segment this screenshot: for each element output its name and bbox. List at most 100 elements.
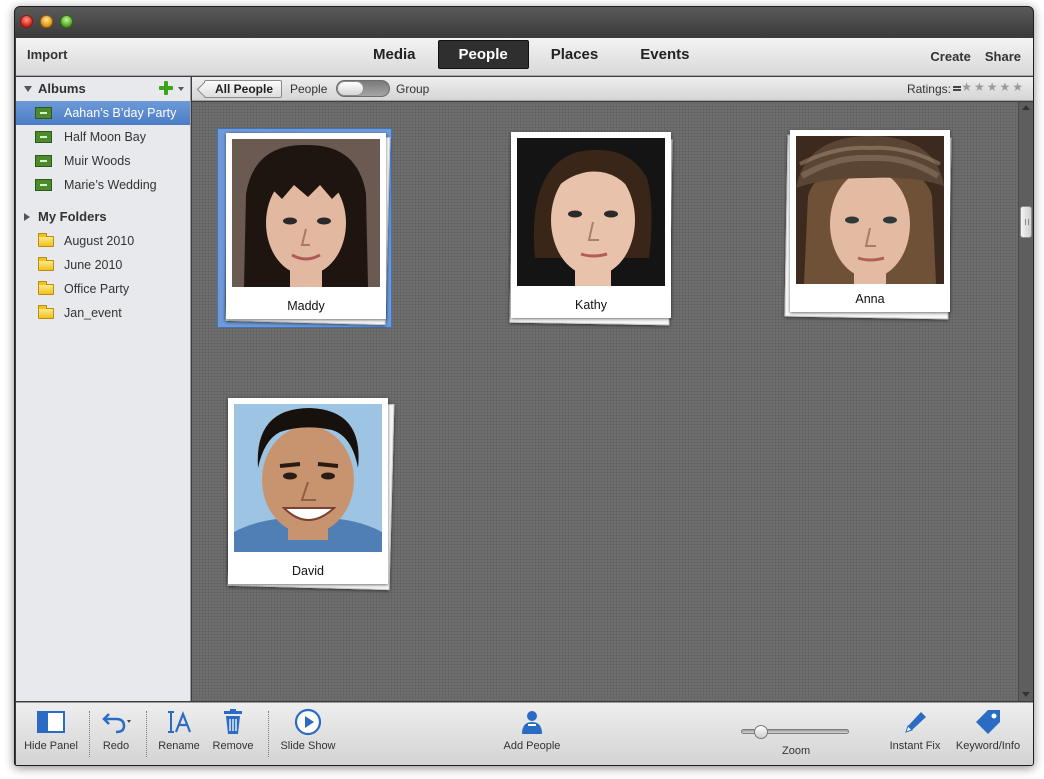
albums-heading: Albums [38, 81, 86, 96]
person-name: Maddy [287, 299, 325, 313]
folder-icon [38, 257, 54, 271]
close-window-icon[interactable] [20, 15, 33, 28]
toggle-knob[interactable] [337, 81, 364, 96]
person-name: Anna [855, 292, 885, 306]
filter-bar: All People People Group Ratings: ★★★★★ [192, 77, 1033, 101]
toolbar-separator [89, 711, 90, 757]
rename-icon [164, 708, 194, 736]
top-toolbar: Import Media People Places Events Create… [16, 38, 1033, 76]
face-thumbnail [234, 404, 382, 552]
hide-panel-label: Hide Panel [24, 740, 78, 752]
person-photo-card[interactable]: Maddy [226, 133, 386, 319]
sidebar-item-label: Marie’s Wedding [64, 178, 157, 192]
person-photo-card[interactable]: Anna [790, 130, 950, 312]
sidebar-item-label: Muir Woods [64, 154, 131, 168]
albums-header[interactable]: Albums [16, 77, 190, 101]
person-card[interactable]: David [220, 394, 395, 594]
hide-panel-button[interactable]: Hide Panel [21, 708, 81, 752]
sidebar-item-album[interactable]: Aahan’s B’day Party [16, 101, 190, 125]
rename-button[interactable]: Rename [154, 708, 204, 752]
import-button[interactable]: Import [27, 47, 67, 62]
portrait-image [234, 404, 382, 552]
remove-label: Remove [212, 740, 254, 752]
play-icon [293, 708, 323, 736]
folder-icon [38, 305, 54, 319]
equals-icon[interactable] [953, 86, 961, 91]
person-card[interactable]: Anna [772, 126, 952, 326]
redo-label: Redo [102, 740, 130, 752]
folders-header[interactable]: My Folders [16, 205, 190, 229]
disclosure-right-icon[interactable] [24, 213, 30, 221]
people-mode-label: People [290, 82, 328, 96]
person-card[interactable]: Maddy [217, 128, 392, 328]
add-person-icon [517, 708, 547, 736]
people-group-toggle[interactable] [336, 80, 390, 97]
zoom-slider[interactable] [741, 725, 849, 739]
scroll-down-icon[interactable] [1022, 692, 1030, 697]
all-people-button[interactable]: All People [204, 80, 283, 98]
sidebar-item-label: Half Moon Bay [64, 130, 146, 144]
neck [290, 265, 322, 287]
vertical-scrollbar[interactable] [1018, 102, 1033, 701]
disclosure-down-icon[interactable] [24, 86, 32, 92]
create-button[interactable]: Create [930, 49, 970, 64]
album-icon [35, 131, 52, 143]
top-right-actions: Create Share [930, 49, 1021, 64]
album-icon [35, 107, 52, 119]
tab-places[interactable]: Places [531, 41, 619, 68]
sidebar-item-folder[interactable]: Jan_event [16, 301, 190, 325]
sidebar-item-folder[interactable]: August 2010 [16, 229, 190, 253]
sidebar-item-folder[interactable]: June 2010 [16, 253, 190, 277]
hide-panel-icon [36, 708, 66, 736]
sidebar-item-folder[interactable]: Office Party [16, 277, 190, 301]
undo-arrow-icon [101, 708, 131, 736]
sidebar-item-album[interactable]: Half Moon Bay [16, 125, 190, 149]
person-name: David [292, 564, 324, 578]
face-thumbnail [517, 138, 665, 286]
keyword-info-button[interactable]: Keyword/Info [950, 708, 1026, 752]
person-card[interactable]: Kathy [497, 128, 673, 328]
zoom-label: Zoom [782, 745, 811, 757]
person-photo-card[interactable]: David [228, 398, 388, 584]
folder-icon [38, 281, 54, 295]
folders-heading: My Folders [38, 209, 107, 224]
redo-button[interactable]: Redo [96, 708, 136, 752]
sidebar-item-label: Aahan’s B’day Party [64, 106, 177, 120]
rating-stars[interactable]: ★★★★★ [961, 80, 1025, 94]
slideshow-label: Slide Show [280, 740, 336, 752]
zoom-slider-knob[interactable] [754, 725, 768, 739]
album-icon [35, 155, 52, 167]
instant-fix-button[interactable]: Instant Fix [884, 708, 946, 752]
share-button[interactable]: Share [985, 49, 1021, 64]
view-tabs: Media People Places Events [352, 38, 710, 70]
app-window: Import Media People Places Events Create… [14, 6, 1034, 766]
zoom-window-icon[interactable] [60, 15, 73, 28]
face-shape [830, 170, 910, 278]
ratings-label: Ratings: [906, 82, 951, 96]
group-mode-label: Group [396, 82, 430, 96]
scroll-up-icon[interactable] [1022, 105, 1030, 110]
tab-events[interactable]: Events [620, 41, 709, 68]
tab-people[interactable]: People [437, 39, 529, 69]
bottom-toolbar: Hide Panel Redo Rename Remove Slide Show… [16, 702, 1033, 765]
remove-button[interactable]: Remove [210, 708, 256, 752]
slideshow-button[interactable]: Slide Show [278, 708, 338, 752]
scroll-thumb[interactable] [1020, 206, 1032, 238]
chevron-down-icon[interactable] [178, 87, 184, 91]
people-grid: Maddy Kathy Anna David [192, 102, 1018, 701]
add-people-button[interactable]: Add People [499, 708, 565, 752]
tab-media[interactable]: Media [353, 41, 436, 68]
minimize-window-icon[interactable] [40, 15, 53, 28]
trash-icon [218, 708, 248, 736]
pencil-icon [900, 708, 930, 736]
face-thumbnail [796, 136, 944, 284]
sidebar-item-album[interactable]: Muir Woods [16, 149, 190, 173]
face-thumbnail [232, 139, 380, 287]
sidebar-item-label: Jan_event [64, 306, 122, 320]
add-album-icon[interactable] [159, 81, 173, 95]
sidebar-item-album[interactable]: Marie’s Wedding [16, 173, 190, 197]
person-name: Kathy [575, 298, 607, 312]
person-photo-card[interactable]: Kathy [511, 132, 671, 318]
sidebar-item-label: August 2010 [64, 234, 135, 248]
